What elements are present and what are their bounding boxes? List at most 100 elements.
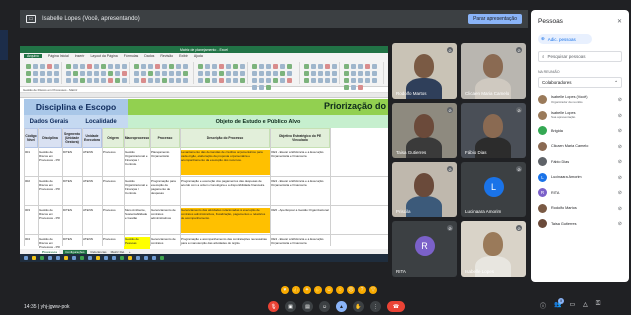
- mic-muted-icon[interactable]: ⊘: [618, 175, 622, 181]
- ribbon-tool-icon[interactable]: [66, 71, 71, 76]
- ribbon-tool-icon[interactable]: [273, 71, 278, 76]
- thumbs-up-reaction-icon[interactable]: 👍: [292, 286, 300, 294]
- taskbar-app-icon[interactable]: [24, 256, 28, 260]
- taskbar-app-icon[interactable]: [120, 256, 124, 260]
- ribbon-tool-icon[interactable]: [372, 64, 377, 69]
- ribbon-tool-icon[interactable]: [122, 71, 127, 76]
- table-cell[interactable]: Gestão Organizacional e Finanças / Contr…: [124, 179, 150, 195]
- heart-reaction-icon[interactable]: ♥: [281, 286, 289, 294]
- ribbon-tool-icon[interactable]: [141, 71, 146, 76]
- participant-tile[interactable]: ⊘ Rodolfo Martos: [392, 43, 457, 99]
- excel-menu-item[interactable]: Dados: [144, 54, 154, 58]
- add-people-button[interactable]: ⊕ Adic. pessoas: [538, 34, 592, 44]
- participant-tile[interactable]: ⊘ Isabelle Lopes: [461, 221, 526, 277]
- taskbar-app-icon[interactable]: [56, 256, 60, 260]
- ribbon-tool-icon[interactable]: [344, 71, 349, 76]
- taskbar-app-icon[interactable]: [160, 256, 164, 260]
- excel-menu-item[interactable]: Arquivo: [24, 54, 42, 58]
- ribbon-tool-icon[interactable]: [80, 64, 85, 69]
- ribbon-tool-icon[interactable]: [94, 64, 99, 69]
- table-cell[interactable]: Gerenciamento das atividades relacionada…: [180, 208, 270, 233]
- ribbon-tool-icon[interactable]: [162, 64, 167, 69]
- ribbon-tool-icon[interactable]: [280, 78, 285, 83]
- table-cell[interactable]: Gerenciamento de contratos: [150, 237, 180, 245]
- table-row[interactable]: 002 Gestão de Riscos em Processos - PR DIT…: [24, 177, 388, 206]
- excel-menu-item[interactable]: Layout da Página: [90, 54, 117, 58]
- end-call-icon[interactable]: ☎: [387, 301, 405, 312]
- clap-reaction-icon[interactable]: ✋: [314, 286, 322, 294]
- emoji-icon[interactable]: ☺: [319, 301, 330, 312]
- table-cell[interactable]: Gestão Organizacional e Finanças / Contr…: [124, 150, 150, 166]
- taskbar-app-icon[interactable]: [32, 256, 36, 260]
- ribbon-tool-icon[interactable]: [351, 78, 356, 83]
- excel-menu-item[interactable]: Revisão: [160, 54, 173, 58]
- sheet-tab[interactable]: Processos: [40, 249, 60, 254]
- ribbon-tool-icon[interactable]: [226, 64, 231, 69]
- ribbon-tool-icon[interactable]: [266, 85, 271, 90]
- party-reaction-icon[interactable]: ✦: [303, 286, 311, 294]
- ribbon-tool-icon[interactable]: [304, 78, 309, 83]
- stop-presenting-button[interactable]: Parar apresentação: [468, 14, 522, 24]
- ribbon-tool-icon[interactable]: [183, 64, 188, 69]
- table-cell[interactable]: OE5 - Aperfeiçoar a Gestão Organizaciona…: [270, 208, 330, 212]
- excel-menu-item[interactable]: Ajuda: [194, 54, 203, 58]
- mic-muted-icon[interactable]: ⊘: [618, 190, 622, 196]
- ribbon-tool-icon[interactable]: [101, 64, 106, 69]
- ribbon-tool-icon[interactable]: [351, 85, 356, 90]
- ribbon-tool-icon[interactable]: [80, 78, 85, 83]
- thinking-reaction-icon[interactable]: ?: [358, 286, 366, 294]
- table-cell[interactable]: 002: [24, 179, 38, 183]
- laugh-reaction-icon[interactable]: ☺: [325, 286, 333, 294]
- people-list-item[interactable]: Fábio Dias ⊘: [538, 154, 622, 170]
- mic-muted-icon[interactable]: ⊘: [618, 159, 622, 165]
- ribbon-tool-icon[interactable]: [169, 64, 174, 69]
- table-cell[interactable]: Processo: [102, 179, 124, 183]
- ribbon-tool-icon[interactable]: [26, 71, 31, 76]
- table-cell[interactable]: Gerenciamento de contratos administrativ…: [150, 208, 180, 220]
- ribbon-tool-icon[interactable]: [252, 71, 257, 76]
- ribbon-tool-icon[interactable]: [94, 78, 99, 83]
- ribbon-tool-icon[interactable]: [344, 78, 349, 83]
- ribbon-tool-icon[interactable]: [219, 64, 224, 69]
- ribbon-tool-icon[interactable]: [155, 71, 160, 76]
- ribbon-tool-icon[interactable]: [280, 71, 285, 76]
- excel-menu-item[interactable]: Exibir: [179, 54, 188, 58]
- ribbon-tool-icon[interactable]: [358, 64, 363, 69]
- ribbon-tool-icon[interactable]: [304, 64, 309, 69]
- ribbon-tool-icon[interactable]: [240, 78, 245, 83]
- people-list-item[interactable]: Isabelle Lopes (Você) Organizador da reun…: [538, 92, 622, 108]
- ribbon-tool-icon[interactable]: [115, 71, 120, 76]
- ribbon-tool-icon[interactable]: [148, 64, 153, 69]
- table-cell[interactable]: Processo: [102, 208, 124, 212]
- ribbon-tool-icon[interactable]: [87, 78, 92, 83]
- ribbon-tool-icon[interactable]: [47, 64, 52, 69]
- taskbar-app-icon[interactable]: [144, 256, 148, 260]
- ribbon-tool-icon[interactable]: [122, 78, 127, 83]
- ribbon-tool-icon[interactable]: [372, 78, 377, 83]
- ribbon-tool-icon[interactable]: [183, 78, 188, 83]
- ribbon-tool-icon[interactable]: [311, 78, 316, 83]
- taskbar-app-icon[interactable]: [88, 256, 92, 260]
- more-options-icon[interactable]: ⋮: [370, 301, 381, 312]
- ribbon-tool-icon[interactable]: [26, 78, 31, 83]
- participant-tile[interactable]: ⊘ Priscila: [392, 162, 457, 217]
- ribbon-tool-icon[interactable]: [212, 64, 217, 69]
- thumbs-down-reaction-icon[interactable]: ▽: [369, 286, 377, 294]
- ribbon-tool-icon[interactable]: [66, 78, 71, 83]
- ribbon-tool-icon[interactable]: [198, 71, 203, 76]
- taskbar-app-icon[interactable]: [104, 256, 108, 260]
- ribbon-tool-icon[interactable]: [226, 71, 231, 76]
- ribbon-tool-icon[interactable]: [73, 78, 78, 83]
- table-row[interactable]: 003 Gestão de Riscos em Processos - PR DIT…: [24, 206, 388, 235]
- ribbon-tool-icon[interactable]: [344, 64, 349, 69]
- ribbon-tool-icon[interactable]: [47, 78, 52, 83]
- table-cell[interactable]: Programação e execução dos pagamentos da…: [180, 179, 270, 187]
- ribbon-tool-icon[interactable]: [351, 71, 356, 76]
- taskbar-app-icon[interactable]: [64, 256, 68, 260]
- ribbon-tool-icon[interactable]: [148, 71, 153, 76]
- ribbon-tool-icon[interactable]: [162, 71, 167, 76]
- ribbon-tool-icon[interactable]: [108, 64, 113, 69]
- ribbon-tool-icon[interactable]: [233, 78, 238, 83]
- people-list-item[interactable]: Isabelle Lopes Sua apresentação ⊘: [538, 108, 622, 124]
- ribbon-tool-icon[interactable]: [259, 85, 264, 90]
